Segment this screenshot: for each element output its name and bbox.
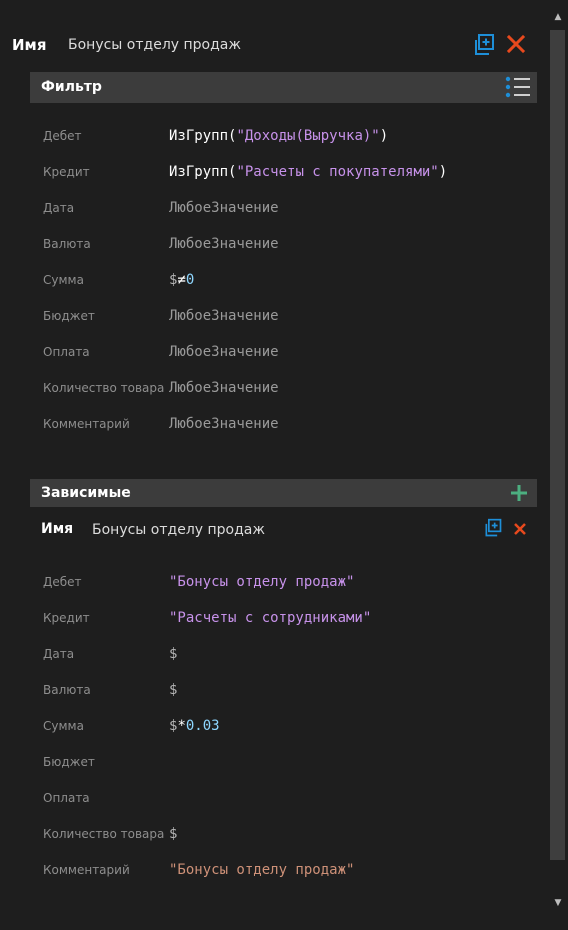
scrollbar[interactable] <box>550 30 565 860</box>
filter-row-quantity: Количество товара ЛюбоеЗначение <box>43 377 533 401</box>
dependent-row-date: Дата $ <box>43 643 533 667</box>
dependent-row-comment: Комментарий "Бонусы отделу продаж" <box>43 859 533 883</box>
field-label: Валюта <box>43 683 91 697</box>
field-label: Кредит <box>43 611 90 625</box>
field-value[interactable]: $≠0 <box>169 272 194 288</box>
field-value[interactable]: "Бонусы отделу продаж" <box>169 574 354 590</box>
filter-section-header: Фильтр <box>30 72 537 103</box>
dependent-row-debit: Дебет "Бонусы отделу продаж" <box>43 571 533 595</box>
scroll-down-arrow-icon[interactable]: ▼ <box>553 898 563 908</box>
dependent-row-quantity: Количество товара $ <box>43 823 533 847</box>
dependents-section-header: Зависимые <box>30 479 537 507</box>
editor-panel: ▲ ▼ Имя Бонусы отделу продаж Фильтр Дебе… <box>0 0 568 930</box>
field-value[interactable]: ЛюбоеЗначение <box>169 380 279 396</box>
field-label: Количество товара <box>43 827 165 841</box>
dependent-row-budget: Бюджет <box>43 751 533 775</box>
field-label: Комментарий <box>43 863 130 877</box>
scroll-up-arrow-icon[interactable]: ▲ <box>553 12 563 22</box>
filter-row-amount: Сумма $≠0 <box>43 269 533 293</box>
field-value[interactable]: ЛюбоеЗначение <box>169 200 279 216</box>
field-value[interactable]: $ <box>169 826 177 842</box>
field-label: Оплата <box>43 345 90 359</box>
field-label: Количество товара <box>43 381 165 395</box>
field-label: Бюджет <box>43 309 95 323</box>
field-label: Оплата <box>43 791 90 805</box>
add-icon[interactable] <box>510 484 528 506</box>
field-label: Кредит <box>43 165 90 179</box>
field-label: Дата <box>43 201 75 215</box>
field-label: Валюта <box>43 237 91 251</box>
close-icon[interactable] <box>513 521 527 540</box>
field-value[interactable]: "Расчеты с сотрудниками" <box>169 610 371 626</box>
rule-name[interactable]: Бонусы отделу продаж <box>68 37 241 53</box>
field-label: Комментарий <box>43 417 130 431</box>
field-value[interactable]: $ <box>169 682 177 698</box>
filter-title: Фильтр <box>41 79 102 95</box>
field-value[interactable]: $ <box>169 646 177 662</box>
field-label: Сумма <box>43 719 84 733</box>
field-label: Дата <box>43 647 75 661</box>
field-value[interactable]: ИзГрупп("Доходы(Выручка)") <box>169 128 388 144</box>
name-label: Имя <box>12 36 47 54</box>
name-label: Имя <box>41 521 74 537</box>
filter-row-currency: Валюта ЛюбоеЗначение <box>43 233 533 257</box>
filter-row-debit: Дебет ИзГрупп("Доходы(Выручка)") <box>43 125 533 149</box>
field-label: Дебет <box>43 129 82 143</box>
field-label: Бюджет <box>43 755 95 769</box>
dependent-row-currency: Валюта $ <box>43 679 533 703</box>
dependent-header: Имя Бонусы отделу продаж <box>30 512 540 546</box>
dependent-row-payment: Оплата <box>43 787 533 811</box>
close-icon[interactable] <box>506 34 526 58</box>
rule-header: Имя Бонусы отделу продаж <box>0 28 540 62</box>
filter-row-payment: Оплата ЛюбоеЗначение <box>43 341 533 365</box>
field-value[interactable]: ЛюбоеЗначение <box>169 308 279 324</box>
dependents-title: Зависимые <box>41 485 131 501</box>
filter-row-credit: Кредит ИзГрупп("Расчеты с покупателями") <box>43 161 533 185</box>
dependent-name[interactable]: Бонусы отделу продаж <box>92 522 265 538</box>
filter-row-comment: Комментарий ЛюбоеЗначение <box>43 413 533 437</box>
duplicate-icon[interactable] <box>472 33 496 61</box>
dependent-row-credit: Кредит "Расчеты с сотрудниками" <box>43 607 533 631</box>
field-value[interactable]: $*0.03 <box>169 718 220 734</box>
field-value[interactable]: "Бонусы отделу продаж" <box>169 862 354 878</box>
dependent-row-amount: Сумма $*0.03 <box>43 715 533 739</box>
field-label: Сумма <box>43 273 84 287</box>
field-value[interactable]: ЛюбоеЗначение <box>169 344 279 360</box>
field-value[interactable]: ЛюбоеЗначение <box>169 416 279 432</box>
filter-row-date: Дата ЛюбоеЗначение <box>43 197 533 221</box>
field-value[interactable]: ИзГрупп("Расчеты с покупателями") <box>169 164 447 180</box>
list-icon[interactable] <box>505 76 531 102</box>
duplicate-icon[interactable] <box>483 518 503 542</box>
filter-row-budget: Бюджет ЛюбоеЗначение <box>43 305 533 329</box>
field-label: Дебет <box>43 575 82 589</box>
field-value[interactable]: ЛюбоеЗначение <box>169 236 279 252</box>
